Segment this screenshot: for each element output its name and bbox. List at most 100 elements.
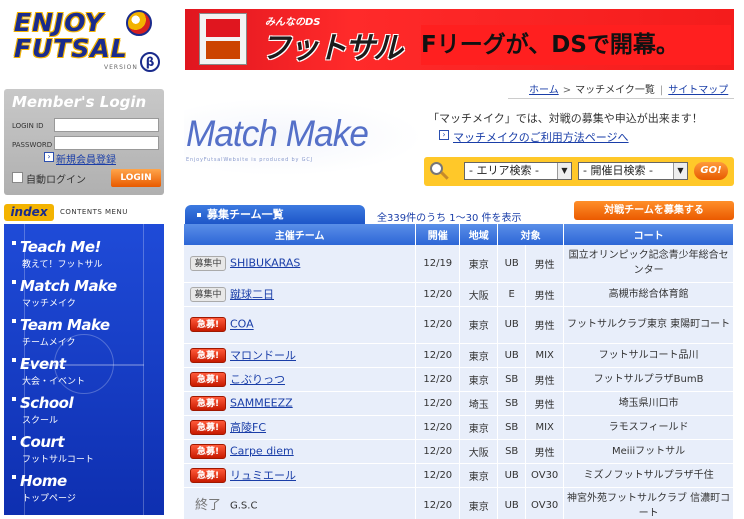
- search-go-button[interactable]: GO!: [694, 162, 728, 180]
- auto-login-checkbox[interactable]: [12, 172, 23, 183]
- area-select[interactable]: - エリア検索 - ▼: [464, 162, 572, 180]
- logo-line2: FUTSAL: [14, 34, 128, 63]
- court-cell: フットサルコート品川: [563, 343, 734, 368]
- nav-item-jp: 大会・イベント: [22, 377, 86, 387]
- date-cell: 12/19: [415, 245, 461, 283]
- nav-item-en: Team Make: [20, 316, 110, 334]
- beta-badge: β: [140, 52, 160, 72]
- nav-item-event[interactable]: Event 大会・イベント: [12, 355, 152, 391]
- court-cell: ミズノフットサルプラザ千住: [563, 463, 734, 488]
- nav-item-home[interactable]: Home トップページ: [12, 472, 152, 508]
- team-name: G.S.C: [230, 500, 258, 512]
- gender-cell: MIX: [525, 343, 565, 368]
- host-team-cell: 急募! リュミエール: [184, 463, 417, 488]
- col-area: 地域: [459, 224, 499, 245]
- nav-item-team-make[interactable]: Team Make チームメイク: [12, 316, 152, 352]
- target-cell: UB: [497, 463, 527, 488]
- match-table: 主催チーム 開催 地域 対象 コート 募集中 SHIBUKARAS 12/19 東京 U…: [184, 224, 734, 519]
- table-row: 募集中 SHIBUKARAS 12/19 東京 UB 男性 国立オリンピック記念青少年総合セ…: [184, 245, 734, 283]
- court-cell: 国立オリンピック記念青少年総合センター: [563, 245, 734, 283]
- host-team-cell: 急募! SAMMEEZZ: [184, 391, 417, 416]
- page-subtitle: EnjoyFutsalWebsite is produced by GCJ: [186, 157, 313, 163]
- area-cell: 東京: [459, 343, 499, 368]
- nav-item-school[interactable]: School スクール: [12, 394, 152, 430]
- breadcrumb-home[interactable]: ホーム: [529, 85, 559, 96]
- result-count: 全339件のうち 1〜30 件を表示: [377, 213, 522, 224]
- team-link[interactable]: こぶりっつ: [230, 373, 285, 386]
- date-cell: 12/20: [415, 487, 461, 519]
- court-cell: 高槻市総合体育館: [563, 282, 734, 307]
- status-badge: 急募!: [190, 372, 226, 388]
- date-cell: 12/20: [415, 415, 461, 440]
- table-row: 募集中 蹴球二日 12/20 大阪 E 男性 高槻市総合体育館: [184, 282, 734, 307]
- team-link[interactable]: 高陵FC: [230, 421, 266, 434]
- login-button[interactable]: LOGIN: [111, 169, 161, 187]
- court-cell: フットサルクラブ東京 東陽町コート: [563, 306, 734, 344]
- area-cell: 東京: [459, 245, 499, 283]
- host-team-cell: 募集中 蹴球二日: [184, 282, 417, 307]
- contents-menu-header: index CONTENTS MENU: [4, 204, 164, 222]
- date-cell: 12/20: [415, 391, 461, 416]
- table-row: 終了 G.S.C 12/20 東京 UB OV30 神宮外苑フットサルクラブ 信濃町コート: [184, 487, 734, 519]
- host-team-cell: 急募! マロンドール: [184, 343, 417, 368]
- host-team-cell: 募集中 SHIBUKARAS: [184, 245, 417, 283]
- nav-item-jp: スクール: [22, 416, 59, 426]
- team-link[interactable]: SHIBUKARAS: [230, 256, 300, 269]
- ds-futsal-banner[interactable]: みんなのDS フットサル Fリーグが、DSで開幕。: [185, 9, 734, 70]
- recruit-opponent-button[interactable]: 対戦チームを募集する: [574, 201, 734, 220]
- status-badge: 急募!: [190, 468, 226, 484]
- court-cell: 神宮外苑フットサルクラブ 信濃町コート: [563, 487, 734, 519]
- table-header-row: 主催チーム 開催 地域 対象 コート: [184, 224, 734, 245]
- gender-cell: 男性: [525, 282, 565, 307]
- futsal-ball-icon: [126, 10, 152, 36]
- court-cell: Meiiiフットサル: [563, 439, 734, 464]
- date-cell: 12/20: [415, 439, 461, 464]
- host-team-cell: 急募! COA: [184, 306, 417, 344]
- area-cell: 東京: [459, 415, 499, 440]
- list-tab: 募集チーム一覧: [185, 205, 365, 224]
- login-id-label: LOGIN ID: [12, 122, 44, 130]
- nav-item-match-make[interactable]: Match Make マッチメイク: [12, 277, 152, 313]
- area-cell: 東京: [459, 463, 499, 488]
- page-description: 「マッチメイク」では、対戦の募集や申込が出来ます！: [428, 112, 703, 125]
- target-cell: SB: [497, 391, 527, 416]
- password-input[interactable]: [54, 136, 159, 150]
- area-select-value: - エリア検索 -: [469, 164, 539, 177]
- site-logo[interactable]: ENJOY FUTSAL VERSION β: [8, 6, 160, 76]
- court-cell: フットサルプラザBumB: [563, 367, 734, 392]
- gender-cell: OV30: [525, 487, 565, 519]
- sitemap-link[interactable]: サイトマップ: [668, 85, 728, 96]
- team-link[interactable]: COA: [230, 318, 254, 331]
- team-link[interactable]: SAMMEEZZ: [230, 396, 293, 409]
- status-badge: 急募!: [190, 348, 226, 364]
- list-tab-label: 募集チーム一覧: [207, 208, 284, 221]
- team-link[interactable]: Carpe diem: [230, 444, 294, 457]
- register-link[interactable]: 新規会員登録: [56, 151, 116, 166]
- sidebar-nav: Teach Me! 教えて！フットサル Match Make マッチメイク Te…: [4, 224, 164, 515]
- banner-slogan: Fリーグが、DSで開幕。: [421, 25, 731, 65]
- usage-guide-link[interactable]: マッチメイクのご利用方法ページへ: [453, 129, 629, 145]
- nav-item-court[interactable]: Court フットサルコート: [12, 433, 152, 469]
- search-bar: - エリア検索 - ▼ - 開催日検索 - ▼ GO!: [424, 157, 734, 186]
- date-select-value: - 開催日検索 -: [583, 164, 653, 177]
- area-cell: 東京: [459, 487, 499, 519]
- table-row: 急募! SAMMEEZZ 12/20 埼玉 SB 男性 埼玉県川口市: [184, 391, 734, 416]
- index-badge: index: [4, 204, 54, 221]
- nav-item-en: Teach Me!: [20, 238, 101, 256]
- date-cell: 12/20: [415, 282, 461, 307]
- gender-cell: 男性: [525, 245, 565, 283]
- area-cell: 大阪: [459, 282, 499, 307]
- login-id-input[interactable]: [54, 118, 159, 132]
- date-cell: 12/20: [415, 367, 461, 392]
- nav-item-jp: フットサルコート: [22, 455, 94, 465]
- gender-cell: 男性: [525, 391, 565, 416]
- area-cell: 大阪: [459, 439, 499, 464]
- logo-version: VERSION: [104, 64, 138, 71]
- team-link[interactable]: 蹴球二日: [230, 288, 274, 301]
- team-link[interactable]: マロンドール: [230, 349, 296, 362]
- nav-item-teach-me[interactable]: Teach Me! 教えて！フットサル: [12, 238, 152, 274]
- date-select[interactable]: - 開催日検索 - ▼: [578, 162, 688, 180]
- team-link[interactable]: リュミエール: [230, 469, 296, 482]
- status-badge: 急募!: [190, 420, 226, 436]
- magnifier-icon: [430, 162, 449, 180]
